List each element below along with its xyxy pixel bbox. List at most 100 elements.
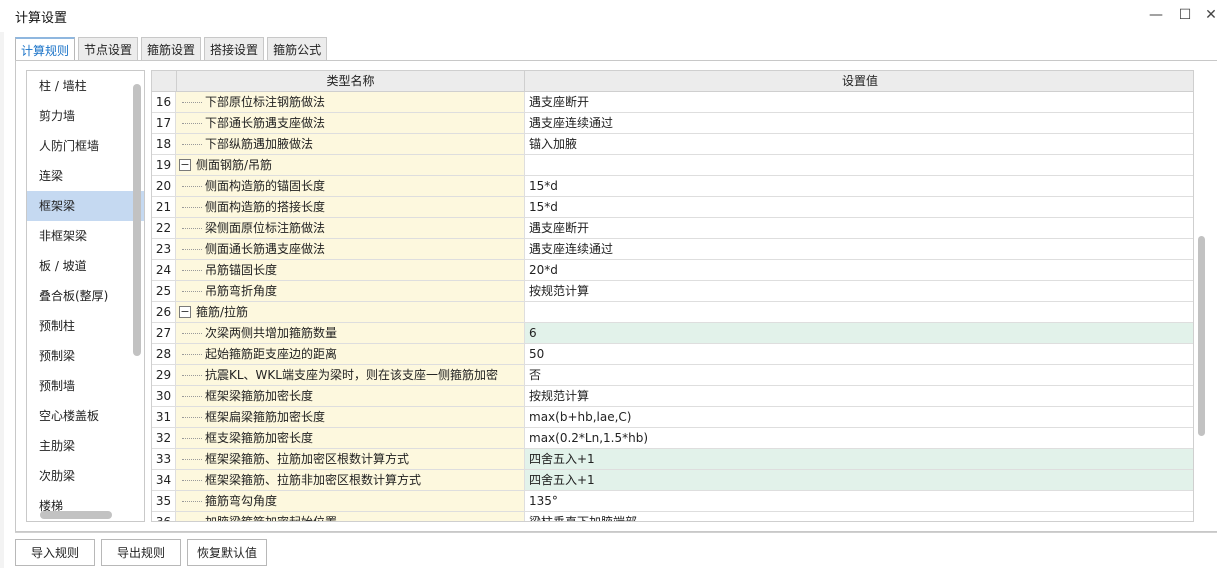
table-row[interactable]: 22 梁侧面原位标注筋做法 遇支座断开	[152, 218, 1193, 239]
sidebar-item-shear-wall[interactable]: 剪力墙	[27, 101, 144, 131]
sidebar-item-main-rib-beam[interactable]: 主肋梁	[27, 431, 144, 461]
table-row[interactable]: 20 侧面构造筋的锚固长度 15*d	[152, 176, 1193, 197]
grid-vertical-scrollbar[interactable]	[1198, 236, 1205, 436]
row-number: 20	[152, 176, 176, 196]
row-name-cell: 框支梁箍筋加密长度	[176, 428, 525, 448]
row-value-cell[interactable]: 135°	[525, 491, 1193, 511]
table-row[interactable]: 21 侧面构造筋的搭接长度 15*d	[152, 197, 1193, 218]
row-number: 23	[152, 239, 176, 259]
row-number: 22	[152, 218, 176, 238]
sidebar-item-precast-beam[interactable]: 预制梁	[27, 341, 144, 371]
table-row[interactable]: 25 吊筋弯折角度 按规范计算	[152, 281, 1193, 302]
sidebar-item-slab-ramp[interactable]: 板 / 坡道	[27, 251, 144, 281]
row-number: 21	[152, 197, 176, 217]
minimize-icon[interactable]: —	[1144, 4, 1168, 26]
row-value-cell[interactable]: 四舍五入+1	[525, 470, 1193, 490]
sidebar-item-frame-beam[interactable]: 框架梁	[27, 191, 144, 221]
sidebar-item-civil-defense-door-wall[interactable]: 人防门框墙	[27, 131, 144, 161]
sidebar-item-composite-slab[interactable]: 叠合板(整厚)	[27, 281, 144, 311]
maximize-icon[interactable]: ☐	[1173, 4, 1197, 26]
export-rules-button[interactable]: 导出规则	[101, 539, 181, 566]
sidebar-item-hollow-floor-slab[interactable]: 空心楼盖板	[27, 401, 144, 431]
tab-calc-rules[interactable]: 计算规则	[15, 37, 76, 62]
tab-node-settings[interactable]: 节点设置	[78, 37, 139, 61]
row-value-cell[interactable]: 6	[525, 323, 1193, 343]
table-row[interactable]: 17 下部通长筋遇支座做法 遇支座连续通过	[152, 113, 1193, 134]
sidebar-item-column[interactable]: 柱 / 墙柱	[27, 71, 144, 101]
group-name: 侧面钢筋/吊筋	[196, 158, 273, 172]
sidebar-item-secondary-rib-beam[interactable]: 次肋梁	[27, 461, 144, 491]
table-row[interactable]: 23 侧面通长筋遇支座做法 遇支座连续通过	[152, 239, 1193, 260]
row-value-cell[interactable]: 梁柱垂直下加腋端部	[525, 512, 1193, 521]
row-value-cell[interactable]: max(b+hb,lae,C)	[525, 407, 1193, 427]
sidebar-horizontal-scrollbar[interactable]	[40, 511, 112, 519]
row-value-cell[interactable]: 20*d	[525, 260, 1193, 280]
table-row[interactable]: 30 框架梁箍筋加密长度 按规范计算	[152, 386, 1193, 407]
row-value-cell[interactable]: 锚入加腋	[525, 134, 1193, 154]
sidebar-vertical-scrollbar[interactable]	[133, 84, 141, 356]
table-row[interactable]: 16 下部原位标注钢筋做法 遇支座断开	[152, 92, 1193, 113]
row-name-cell: 框架梁箍筋、拉筋非加密区根数计算方式	[176, 470, 525, 490]
row-name: 框支梁箍筋加密长度	[205, 431, 314, 445]
table-row[interactable]: 24 吊筋锚固长度 20*d	[152, 260, 1193, 281]
row-name: 吊筋锚固长度	[205, 263, 278, 277]
row-value-cell[interactable]: 四舍五入+1	[525, 449, 1193, 469]
group-row[interactable]: 19 − 侧面钢筋/吊筋	[152, 155, 1193, 176]
window-title: 计算设置	[15, 11, 68, 26]
row-name: 侧面构造筋的锚固长度	[205, 179, 326, 193]
group-row[interactable]: 26 − 箍筋/拉筋	[152, 302, 1193, 323]
table-row[interactable]: 32 框支梁箍筋加密长度 max(0.2*Ln,1.5*hb)	[152, 428, 1193, 449]
table-row[interactable]: 36 加腋梁箍筋加密起始位置 梁柱垂直下加腋端部	[152, 512, 1193, 521]
collapse-icon[interactable]: −	[179, 159, 191, 171]
row-name-cell: 下部通长筋遇支座做法	[176, 113, 525, 133]
row-value-cell[interactable]: 否	[525, 365, 1193, 385]
table-row[interactable]: 31 框架扁梁箍筋加密长度 max(b+hb,lae,C)	[152, 407, 1193, 428]
sidebar-item-coupling-beam[interactable]: 连梁	[27, 161, 144, 191]
row-number: 32	[152, 428, 176, 448]
row-value-cell[interactable]: 15*d	[525, 176, 1193, 196]
row-name-cell: 侧面通长筋遇支座做法	[176, 239, 525, 259]
row-name-cell: 吊筋锚固长度	[176, 260, 525, 280]
table-row[interactable]: 29 抗震KL、WKL端支座为梁时，则在该支座一侧箍筋加密 否	[152, 365, 1193, 386]
row-value-cell[interactable]: 遇支座连续通过	[525, 239, 1193, 259]
table-row[interactable]: 35 箍筋弯勾角度 135°	[152, 491, 1193, 512]
tab-stirrup-formula[interactable]: 箍筋公式	[267, 37, 328, 61]
close-icon[interactable]: ✕	[1199, 4, 1217, 26]
tab-stirrup-settings[interactable]: 箍筋设置	[141, 37, 202, 61]
grid-header: 类型名称 设置值	[152, 71, 1193, 92]
settings-grid: 类型名称 设置值 16 下部原位标注钢筋做法 遇支座断开 17 下部通长筋遇支座…	[151, 70, 1194, 522]
sidebar-item-non-frame-beam[interactable]: 非框架梁	[27, 221, 144, 251]
row-name-cell: 加腋梁箍筋加密起始位置	[176, 512, 525, 521]
row-name: 框架梁箍筋加密长度	[205, 389, 314, 403]
table-row[interactable]: 28 起始箍筋距支座边的距离 50	[152, 344, 1193, 365]
row-value-cell[interactable]: 按规范计算	[525, 281, 1193, 301]
row-value-cell[interactable]: 遇支座断开	[525, 92, 1193, 112]
restore-defaults-button[interactable]: 恢复默认值	[187, 539, 267, 566]
row-name: 吊筋弯折角度	[205, 284, 278, 298]
row-value-cell[interactable]: 15*d	[525, 197, 1193, 217]
row-value-cell[interactable]: 50	[525, 344, 1193, 364]
column-header-setting-value[interactable]: 设置值	[525, 71, 1193, 92]
tab-lap-settings[interactable]: 搭接设置	[204, 37, 265, 61]
row-value-cell[interactable]: max(0.2*Ln,1.5*hb)	[525, 428, 1193, 448]
table-row[interactable]: 27 次梁两侧共增加箍筋数量 6	[152, 323, 1193, 344]
row-name-cell: 侧面构造筋的搭接长度	[176, 197, 525, 217]
row-name: 起始箍筋距支座边的距离	[205, 347, 338, 361]
left-edge-strip	[0, 0, 4, 568]
grid-body: 16 下部原位标注钢筋做法 遇支座断开 17 下部通长筋遇支座做法 遇支座连续通…	[152, 92, 1193, 521]
sidebar-item-precast-wall[interactable]: 预制墙	[27, 371, 144, 401]
collapse-icon[interactable]: −	[179, 306, 191, 318]
sidebar-item-precast-column[interactable]: 预制柱	[27, 311, 144, 341]
column-header-type-name[interactable]: 类型名称	[176, 71, 525, 92]
row-value-cell[interactable]: 按规范计算	[525, 386, 1193, 406]
row-value-cell[interactable]: 遇支座连续通过	[525, 113, 1193, 133]
table-row[interactable]: 33 框架梁箍筋、拉筋加密区根数计算方式 四舍五入+1	[152, 449, 1193, 470]
footer-divider	[15, 532, 1217, 533]
table-row[interactable]: 34 框架梁箍筋、拉筋非加密区根数计算方式 四舍五入+1	[152, 470, 1193, 491]
row-number: 28	[152, 344, 176, 364]
row-number: 36	[152, 512, 176, 521]
row-value-cell[interactable]: 遇支座断开	[525, 218, 1193, 238]
row-name-cell: 次梁两侧共增加箍筋数量	[176, 323, 525, 343]
table-row[interactable]: 18 下部纵筋遇加腋做法 锚入加腋	[152, 134, 1193, 155]
import-rules-button[interactable]: 导入规则	[15, 539, 95, 566]
